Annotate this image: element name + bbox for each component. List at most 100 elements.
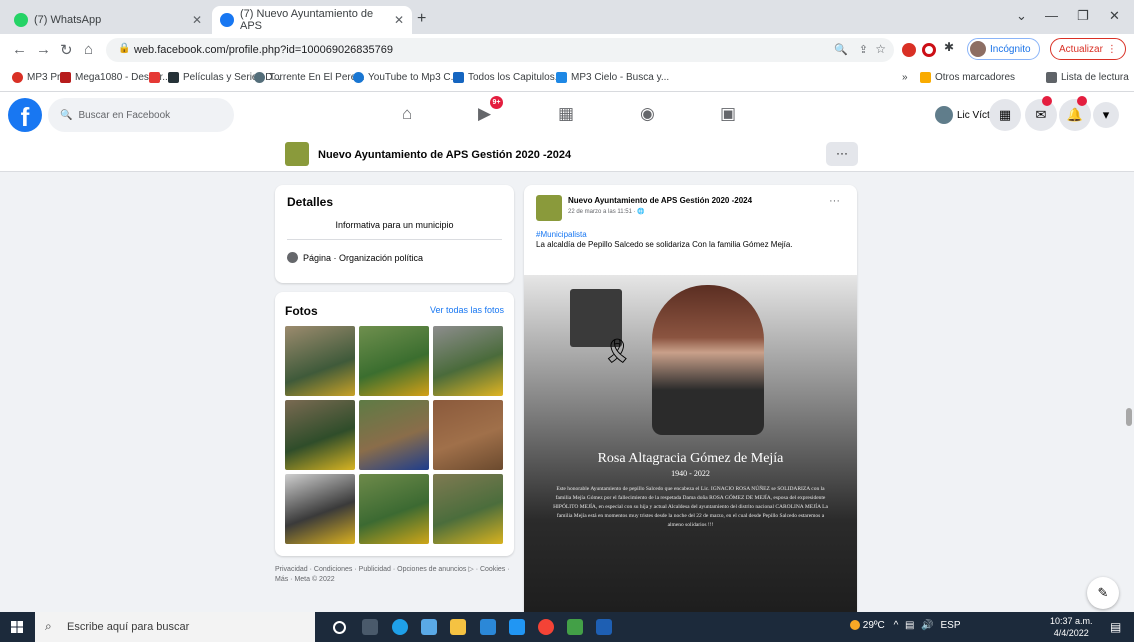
photo-thumbnail[interactable] [359,326,429,396]
taskbar-search-input[interactable]: ⌕ Escribe aquí para buscar [35,612,315,642]
windows-taskbar: ⌕ Escribe aquí para buscar 29ºC ^ ▤ 🔊 ES… [0,612,1134,642]
word-icon[interactable] [596,619,612,635]
extension-icon[interactable] [902,43,916,57]
notification-center-icon[interactable]: ▤ [1110,620,1121,634]
bookmark-icon [353,72,364,83]
new-message-icon[interactable]: ✎ [1087,577,1119,609]
bookmark-icon [60,72,71,83]
input-language[interactable]: ESP [941,620,961,631]
reload-icon[interactable]: ↻ [60,41,73,59]
bookmark-item[interactable]: Torrente En El Pere... [254,72,365,83]
opera-icon[interactable] [922,43,936,57]
facebook-footer[interactable]: Privacidad · Condiciones · Publicidad · … [275,565,514,585]
cortana-icon[interactable] [333,621,346,634]
gaming-nav-icon[interactable]: ▣ [720,104,736,124]
forward-icon[interactable]: → [36,41,51,58]
bookmarks-more[interactable]: » [902,72,908,83]
bookmark-item[interactable]: MP3 Pro [12,72,66,83]
groups-nav-icon[interactable]: ◉ [640,104,655,124]
photo-thumbnail[interactable] [359,400,429,470]
bookmark-item[interactable] [149,72,160,83]
post-author[interactable]: Nuevo Ayuntamiento de APS Gestión 2020 -… [568,196,752,205]
app-icon[interactable] [567,619,583,635]
zoom-icon[interactable]: 🔍 [834,43,848,56]
post-author-avatar[interactable] [536,195,562,221]
see-all-photos-link[interactable]: Ver todas las fotos [430,305,504,315]
menu-grid-icon[interactable]: ▦ [989,99,1021,131]
marketplace-nav-icon[interactable]: ▦ [558,104,574,124]
close-window-icon[interactable]: ✕ [1109,8,1120,24]
photo-thumbnail[interactable] [433,400,503,470]
new-tab-icon[interactable]: + [417,10,426,28]
photo-thumbnail[interactable] [285,326,355,396]
home-nav-icon[interactable]: ⌂ [402,104,412,124]
store-icon[interactable] [421,619,437,635]
photo-thumbnail[interactable] [285,474,355,544]
youtube-icon [149,72,160,83]
close-tab-icon[interactable]: ✕ [394,13,404,27]
page-category: Página · Organización política [303,253,424,263]
page-logo[interactable] [285,142,309,166]
share-icon[interactable]: ⇪ [859,43,868,56]
facebook-search-input[interactable]: 🔍 Buscar en Facebook [48,98,234,132]
page-more-button[interactable]: ··· [826,142,858,166]
minimize-icon[interactable]: — [1045,8,1058,23]
mail-icon[interactable] [480,619,496,635]
task-view-icon[interactable] [362,619,378,635]
windows-start-icon[interactable] [11,621,23,633]
clock-time: 10:37 a.m. [1050,616,1093,626]
tab-whatsapp[interactable]: (7) WhatsApp ✕ [6,6,210,34]
app-icon[interactable] [509,619,525,635]
incognito-label: Incógnito [990,43,1031,55]
maximize-icon[interactable]: ❐ [1077,8,1089,24]
memorial-text: Este honorable Ayuntamiento de pepillo S… [553,486,828,528]
search-icon: ⌕ [45,619,52,633]
close-tab-icon[interactable]: ✕ [192,13,202,27]
post-menu-button[interactable]: ··· [829,195,840,207]
bookmark-item[interactable]: Todos los Capitulos... [453,72,563,83]
photo-thumbnail[interactable] [285,400,355,470]
incognito-button[interactable]: Incógnito [967,38,1040,60]
extensions-puzzle-icon[interactable]: ✱ [944,40,958,54]
tray-chevron-up-icon[interactable]: ^ [894,620,899,631]
post-meta[interactable]: 22 de marzo a las 11:51 · 🌐 [568,208,645,215]
divider [287,239,502,240]
bookmark-item[interactable]: YouTube to Mp3 C... [353,72,459,83]
other-bookmarks[interactable]: Otros marcadores [920,72,1015,83]
photo-thumbnail[interactable] [433,326,503,396]
volume-icon[interactable]: 🔊 [921,620,933,631]
weather-icon[interactable] [850,620,860,631]
messenger-icon[interactable]: ✉ [1025,99,1057,131]
file-explorer-icon[interactable] [450,619,466,635]
bookmark-label: Otros marcadores [935,72,1016,83]
weather-temp[interactable]: 29ºC [863,620,885,631]
update-button[interactable]: Actualizar ⋮ [1050,38,1126,60]
tab-facebook[interactable]: (7) Nuevo Ayuntamiento de APS ✕ [212,6,412,34]
address-bar[interactable]: 🔒 web.facebook.com/profile.php?id=100069… [106,38,894,62]
taskbar-clock[interactable]: 10:37 a.m. 4/4/2022 [1050,615,1093,639]
watch-nav-icon[interactable]: ▶ [478,104,491,124]
scrollbar-thumb[interactable] [1126,408,1132,426]
messenger-badge [1042,96,1052,106]
page-title[interactable]: Nuevo Ayuntamiento de APS Gestión 2020 -… [318,149,571,161]
back-icon[interactable]: ← [12,41,27,58]
browser-toolbar: ← → ↻ ⌂ 🔒 web.facebook.com/profile.php?i… [0,34,1134,66]
tab-search-icon[interactable]: ⌄ [1016,8,1027,24]
photo-thumbnail[interactable] [433,474,503,544]
bookmark-item[interactable]: MP3 Cielo - Busca y... [556,72,669,83]
facebook-logo-icon[interactable]: f [8,98,42,132]
home-icon[interactable]: ⌂ [84,41,93,58]
post-card: Nuevo Ayuntamiento de APS Gestión 2020 -… [524,185,857,625]
reading-list[interactable]: Lista de lectura [1046,72,1129,83]
post-text: La alcaldía de Pepillo Salcedo se solida… [536,240,793,249]
network-icon[interactable]: ▤ [905,620,914,631]
photo-thumbnail[interactable] [359,474,429,544]
post-image[interactable]: 🎗 Rosa Altagracia Gómez de Mejía 1940 - … [524,275,857,625]
bookmark-star-icon[interactable]: ☆ [875,42,886,56]
notifications-bell-icon[interactable]: 🔔 [1059,99,1091,131]
edge-icon[interactable] [392,619,408,635]
chrome-icon[interactable] [538,619,554,635]
lock-icon[interactable]: 🔒 [118,43,130,54]
account-chevron-down-icon[interactable]: ▾ [1093,102,1119,128]
post-hashtag[interactable]: #Municipalista [536,230,587,239]
